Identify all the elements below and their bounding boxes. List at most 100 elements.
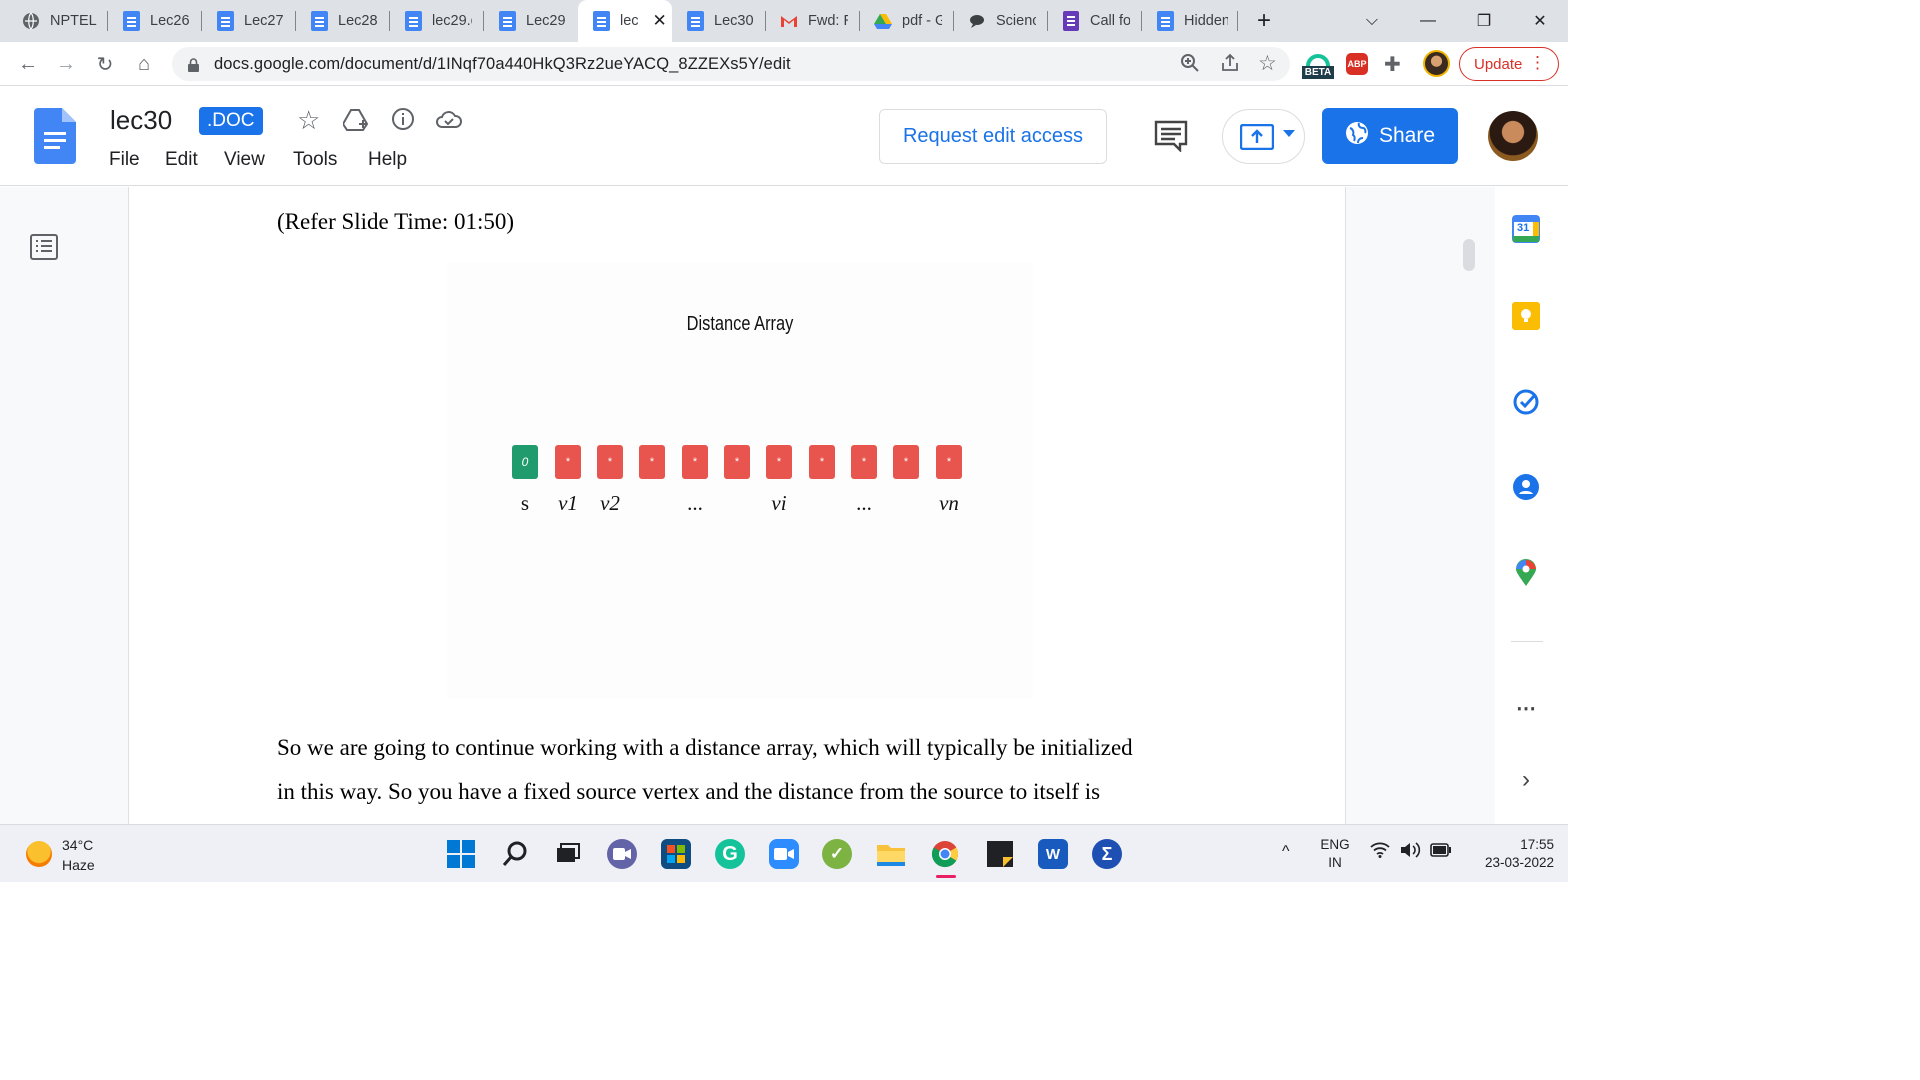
tab-search-chevron-icon[interactable]: ⌵ — [1344, 0, 1400, 42]
google-docs-logo-icon[interactable] — [34, 108, 76, 169]
address-bar[interactable]: docs.google.com/document/d/1INqf70a440Hk… — [172, 47, 1290, 81]
tab-lec30-active[interactable]: lec ✕ — [578, 0, 672, 42]
input-language-bottom[interactable]: IN — [1318, 855, 1352, 870]
search-icon[interactable] — [500, 839, 530, 869]
user-avatar[interactable] — [1488, 111, 1538, 161]
maps-icon[interactable] — [1511, 558, 1541, 588]
update-button[interactable]: Update ⋮ — [1459, 47, 1559, 81]
tab-gmail[interactable]: Fwd: R — [766, 0, 860, 42]
distance-cell: * — [766, 445, 792, 479]
reload-button[interactable]: ↻ — [91, 50, 119, 78]
tab-lec30[interactable]: Lec30- — [672, 0, 766, 42]
tab-lec28[interactable]: Lec28- — [296, 0, 390, 42]
tab-label: Science — [996, 13, 1036, 29]
browser-toolbar: ← → ↻ ⌂ docs.google.com/document/d/1INqf… — [0, 42, 1568, 86]
tasks-icon[interactable] — [1511, 387, 1541, 417]
forward-button[interactable]: → — [52, 50, 80, 78]
tab-hidden[interactable]: Hidden — [1142, 0, 1238, 42]
minimize-button[interactable]: — — [1400, 0, 1456, 42]
contacts-icon[interactable] — [1511, 472, 1541, 502]
clock-date[interactable]: 23-03-2022 — [1460, 855, 1554, 870]
comments-icon[interactable] — [1154, 120, 1188, 157]
math-input-icon[interactable]: Σ — [1092, 839, 1122, 869]
back-button[interactable]: ← — [14, 50, 42, 78]
profile-avatar[interactable] — [1423, 50, 1450, 77]
document-title[interactable]: lec30 — [110, 105, 172, 136]
docs-icon — [404, 11, 422, 31]
label-ellipsis: ... — [687, 491, 703, 515]
tab-lec29d[interactable]: lec29.d — [390, 0, 484, 42]
weather-sun-icon[interactable] — [26, 841, 52, 867]
notes-app-icon[interactable]: ✓ — [822, 839, 852, 869]
calendar-icon[interactable]: 31 — [1511, 214, 1541, 244]
share-page-icon[interactable] — [1220, 53, 1240, 78]
tab-label: lec29.d — [432, 13, 472, 29]
menu-view[interactable]: View — [224, 149, 265, 171]
sticky-notes-icon[interactable] — [985, 839, 1015, 869]
tab-label: NPTEL — [50, 13, 97, 29]
slide-image: Distance Array 0 * * * * * * * * * * s v… — [447, 263, 1033, 699]
distance-cell-source: 0 — [512, 445, 538, 479]
close-tab-icon[interactable]: ✕ — [653, 11, 667, 31]
present-upload-button[interactable] — [1222, 109, 1305, 164]
distance-cell: * — [809, 445, 835, 479]
tab-label: Lec27- — [244, 13, 284, 29]
task-view-icon[interactable] — [553, 839, 583, 869]
zoom-icon[interactable] — [1180, 53, 1200, 78]
menu-help[interactable]: Help — [368, 149, 407, 171]
teams-chat-icon[interactable] — [607, 839, 637, 869]
more-apps-icon[interactable]: ⋯ — [1511, 693, 1541, 723]
microsoft-store-icon[interactable] — [661, 839, 691, 869]
tab-lec26[interactable]: Lec26- — [108, 0, 202, 42]
close-window-button[interactable]: ✕ — [1512, 0, 1568, 42]
menu-edit[interactable]: Edit — [165, 149, 198, 171]
home-button[interactable]: ⌂ — [130, 50, 158, 78]
windows-start-icon[interactable] — [446, 839, 476, 869]
tab-nptel[interactable]: NPTEL — [8, 0, 108, 42]
windows-taskbar: 34°C Haze G ✓ W Σ ^ ENG IN 17:55 23-03-2… — [0, 824, 1568, 882]
globe-icon — [1345, 121, 1369, 151]
restore-button[interactable]: ❐ — [1456, 0, 1512, 42]
share-button[interactable]: Share — [1322, 108, 1458, 164]
input-language-top[interactable]: ENG — [1318, 837, 1352, 852]
adblock-plus-icon[interactable]: ABP — [1346, 53, 1368, 75]
expand-panel-chevron-icon[interactable]: › — [1511, 765, 1541, 795]
clock-time[interactable]: 17:55 — [1460, 837, 1554, 852]
move-to-drive-icon[interactable] — [341, 108, 371, 137]
grammarly-icon[interactable]: G — [715, 839, 745, 869]
label-ellipsis: ... — [856, 491, 872, 515]
menu-file[interactable]: File — [109, 149, 140, 171]
battery-icon[interactable] — [1430, 843, 1452, 860]
upload-arrow-icon — [1239, 123, 1275, 155]
volume-icon[interactable] — [1400, 842, 1422, 861]
menu-tools[interactable]: Tools — [293, 149, 337, 171]
label-v2: v2 — [600, 491, 620, 515]
cloud-saved-icon[interactable] — [436, 109, 462, 134]
tab-label: pdf - G — [902, 13, 942, 29]
request-edit-access-button[interactable]: Request edit access — [879, 109, 1107, 164]
tab-lec27[interactable]: Lec27- — [202, 0, 296, 42]
tab-forms[interactable]: Call for — [1048, 0, 1142, 42]
new-tab-button[interactable]: + — [1238, 0, 1290, 42]
word-icon[interactable]: W — [1038, 839, 1068, 869]
grammarly-beta-extension-icon[interactable]: BETA — [1302, 50, 1334, 80]
zoom-app-icon[interactable] — [769, 839, 799, 869]
file-explorer-icon[interactable] — [876, 839, 906, 869]
tab-drive[interactable]: pdf - G — [860, 0, 954, 42]
wifi-icon[interactable] — [1370, 842, 1390, 861]
document-page[interactable]: (Refer Slide Time: 01:50) Distance Array… — [128, 187, 1346, 824]
label-source: s — [520, 491, 530, 515]
tray-overflow-chevron-icon[interactable]: ^ — [1282, 843, 1290, 861]
tab-science[interactable]: Science — [954, 0, 1048, 42]
chrome-icon[interactable] — [930, 839, 960, 869]
extensions-puzzle-icon[interactable]: ✚ — [1384, 52, 1401, 77]
document-outline-icon[interactable] — [30, 234, 58, 260]
vertical-scrollbar[interactable] — [1463, 239, 1475, 271]
bookmark-star-icon[interactable]: ☆ — [1258, 51, 1277, 76]
info-icon[interactable] — [391, 107, 415, 136]
keep-icon[interactable] — [1511, 301, 1541, 331]
side-panel: 31 ⋯ › — [1495, 187, 1568, 824]
gmail-icon — [780, 12, 798, 30]
tab-lec29[interactable]: Lec29- — [484, 0, 578, 42]
star-icon[interactable]: ☆ — [297, 105, 320, 136]
